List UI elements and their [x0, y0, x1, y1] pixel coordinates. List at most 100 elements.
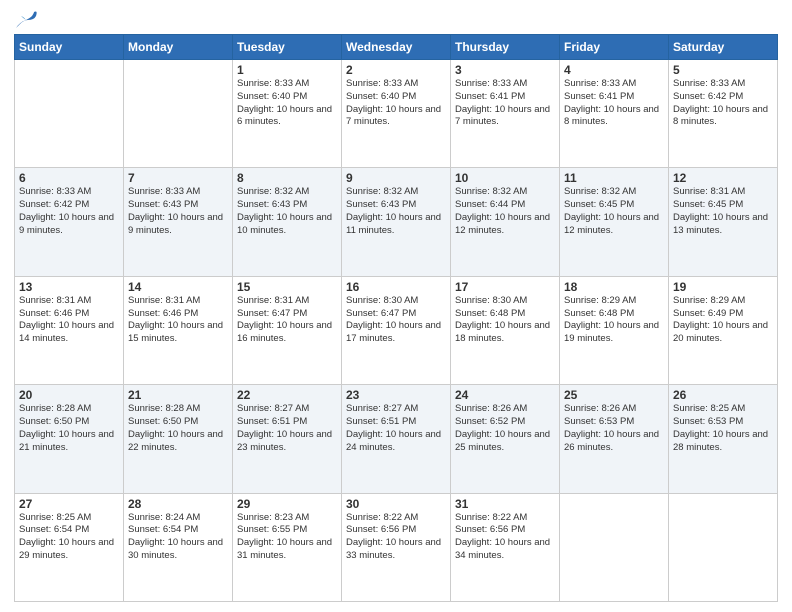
day-info-text: Sunrise: 8:33 AM Sunset: 6:43 PM Dayligh…	[128, 186, 228, 237]
day-number: 12	[673, 171, 773, 185]
day-number: 29	[237, 497, 337, 511]
day-info-text: Sunrise: 8:33 AM Sunset: 6:41 PM Dayligh…	[455, 78, 555, 129]
calendar-cell: 11Sunrise: 8:32 AM Sunset: 6:45 PM Dayli…	[560, 168, 669, 276]
calendar-cell: 18Sunrise: 8:29 AM Sunset: 6:48 PM Dayli…	[560, 276, 669, 384]
day-info-text: Sunrise: 8:31 AM Sunset: 6:46 PM Dayligh…	[19, 295, 119, 346]
day-info-text: Sunrise: 8:28 AM Sunset: 6:50 PM Dayligh…	[19, 403, 119, 454]
day-info-text: Sunrise: 8:30 AM Sunset: 6:47 PM Dayligh…	[346, 295, 446, 346]
header	[14, 10, 778, 28]
calendar-cell	[669, 493, 778, 601]
calendar-cell: 19Sunrise: 8:29 AM Sunset: 6:49 PM Dayli…	[669, 276, 778, 384]
day-info-text: Sunrise: 8:31 AM Sunset: 6:46 PM Dayligh…	[128, 295, 228, 346]
day-number: 28	[128, 497, 228, 511]
calendar-cell: 12Sunrise: 8:31 AM Sunset: 6:45 PM Dayli…	[669, 168, 778, 276]
day-info-text: Sunrise: 8:26 AM Sunset: 6:53 PM Dayligh…	[564, 403, 664, 454]
calendar-cell: 9Sunrise: 8:32 AM Sunset: 6:43 PM Daylig…	[342, 168, 451, 276]
weekday-header-thursday: Thursday	[451, 35, 560, 60]
page: SundayMondayTuesdayWednesdayThursdayFrid…	[0, 0, 792, 612]
day-info-text: Sunrise: 8:33 AM Sunset: 6:40 PM Dayligh…	[346, 78, 446, 129]
day-number: 16	[346, 280, 446, 294]
calendar-cell: 24Sunrise: 8:26 AM Sunset: 6:52 PM Dayli…	[451, 385, 560, 493]
day-info-text: Sunrise: 8:22 AM Sunset: 6:56 PM Dayligh…	[455, 512, 555, 563]
calendar-cell	[124, 60, 233, 168]
day-info-text: Sunrise: 8:31 AM Sunset: 6:45 PM Dayligh…	[673, 186, 773, 237]
calendar-cell: 16Sunrise: 8:30 AM Sunset: 6:47 PM Dayli…	[342, 276, 451, 384]
calendar-week-4: 20Sunrise: 8:28 AM Sunset: 6:50 PM Dayli…	[15, 385, 778, 493]
day-number: 21	[128, 388, 228, 402]
day-info-text: Sunrise: 8:33 AM Sunset: 6:41 PM Dayligh…	[564, 78, 664, 129]
weekday-header-tuesday: Tuesday	[233, 35, 342, 60]
day-number: 13	[19, 280, 119, 294]
day-number: 27	[19, 497, 119, 511]
calendar-cell: 14Sunrise: 8:31 AM Sunset: 6:46 PM Dayli…	[124, 276, 233, 384]
day-number: 5	[673, 63, 773, 77]
calendar-cell: 7Sunrise: 8:33 AM Sunset: 6:43 PM Daylig…	[124, 168, 233, 276]
day-number: 9	[346, 171, 446, 185]
calendar-cell: 21Sunrise: 8:28 AM Sunset: 6:50 PM Dayli…	[124, 385, 233, 493]
day-number: 25	[564, 388, 664, 402]
calendar-cell: 28Sunrise: 8:24 AM Sunset: 6:54 PM Dayli…	[124, 493, 233, 601]
calendar-cell: 6Sunrise: 8:33 AM Sunset: 6:42 PM Daylig…	[15, 168, 124, 276]
calendar-cell: 26Sunrise: 8:25 AM Sunset: 6:53 PM Dayli…	[669, 385, 778, 493]
day-info-text: Sunrise: 8:27 AM Sunset: 6:51 PM Dayligh…	[237, 403, 337, 454]
day-number: 19	[673, 280, 773, 294]
day-number: 31	[455, 497, 555, 511]
day-number: 22	[237, 388, 337, 402]
day-info-text: Sunrise: 8:33 AM Sunset: 6:42 PM Dayligh…	[673, 78, 773, 129]
day-number: 3	[455, 63, 555, 77]
day-info-text: Sunrise: 8:32 AM Sunset: 6:43 PM Dayligh…	[237, 186, 337, 237]
calendar-cell: 23Sunrise: 8:27 AM Sunset: 6:51 PM Dayli…	[342, 385, 451, 493]
calendar-cell: 30Sunrise: 8:22 AM Sunset: 6:56 PM Dayli…	[342, 493, 451, 601]
weekday-header-sunday: Sunday	[15, 35, 124, 60]
calendar-cell: 29Sunrise: 8:23 AM Sunset: 6:55 PM Dayli…	[233, 493, 342, 601]
day-number: 14	[128, 280, 228, 294]
calendar-cell: 27Sunrise: 8:25 AM Sunset: 6:54 PM Dayli…	[15, 493, 124, 601]
calendar-cell	[560, 493, 669, 601]
day-number: 26	[673, 388, 773, 402]
day-number: 11	[564, 171, 664, 185]
calendar-cell: 20Sunrise: 8:28 AM Sunset: 6:50 PM Dayli…	[15, 385, 124, 493]
day-number: 7	[128, 171, 228, 185]
day-number: 1	[237, 63, 337, 77]
weekday-header-wednesday: Wednesday	[342, 35, 451, 60]
day-info-text: Sunrise: 8:31 AM Sunset: 6:47 PM Dayligh…	[237, 295, 337, 346]
day-info-text: Sunrise: 8:24 AM Sunset: 6:54 PM Dayligh…	[128, 512, 228, 563]
calendar-week-1: 1Sunrise: 8:33 AM Sunset: 6:40 PM Daylig…	[15, 60, 778, 168]
calendar-cell: 22Sunrise: 8:27 AM Sunset: 6:51 PM Dayli…	[233, 385, 342, 493]
day-info-text: Sunrise: 8:26 AM Sunset: 6:52 PM Dayligh…	[455, 403, 555, 454]
day-info-text: Sunrise: 8:25 AM Sunset: 6:53 PM Dayligh…	[673, 403, 773, 454]
day-number: 20	[19, 388, 119, 402]
calendar-cell: 13Sunrise: 8:31 AM Sunset: 6:46 PM Dayli…	[15, 276, 124, 384]
day-number: 4	[564, 63, 664, 77]
weekday-header-friday: Friday	[560, 35, 669, 60]
calendar-header-row: SundayMondayTuesdayWednesdayThursdayFrid…	[15, 35, 778, 60]
day-info-text: Sunrise: 8:22 AM Sunset: 6:56 PM Dayligh…	[346, 512, 446, 563]
calendar-table: SundayMondayTuesdayWednesdayThursdayFrid…	[14, 34, 778, 602]
day-info-text: Sunrise: 8:33 AM Sunset: 6:42 PM Dayligh…	[19, 186, 119, 237]
day-info-text: Sunrise: 8:23 AM Sunset: 6:55 PM Dayligh…	[237, 512, 337, 563]
day-info-text: Sunrise: 8:30 AM Sunset: 6:48 PM Dayligh…	[455, 295, 555, 346]
weekday-header-saturday: Saturday	[669, 35, 778, 60]
calendar-week-3: 13Sunrise: 8:31 AM Sunset: 6:46 PM Dayli…	[15, 276, 778, 384]
day-info-text: Sunrise: 8:28 AM Sunset: 6:50 PM Dayligh…	[128, 403, 228, 454]
calendar-cell: 1Sunrise: 8:33 AM Sunset: 6:40 PM Daylig…	[233, 60, 342, 168]
calendar-cell: 8Sunrise: 8:32 AM Sunset: 6:43 PM Daylig…	[233, 168, 342, 276]
weekday-header-monday: Monday	[124, 35, 233, 60]
calendar-cell: 17Sunrise: 8:30 AM Sunset: 6:48 PM Dayli…	[451, 276, 560, 384]
day-info-text: Sunrise: 8:32 AM Sunset: 6:45 PM Dayligh…	[564, 186, 664, 237]
day-number: 17	[455, 280, 555, 294]
calendar-cell: 10Sunrise: 8:32 AM Sunset: 6:44 PM Dayli…	[451, 168, 560, 276]
day-info-text: Sunrise: 8:33 AM Sunset: 6:40 PM Dayligh…	[237, 78, 337, 129]
day-info-text: Sunrise: 8:29 AM Sunset: 6:48 PM Dayligh…	[564, 295, 664, 346]
calendar-week-5: 27Sunrise: 8:25 AM Sunset: 6:54 PM Dayli…	[15, 493, 778, 601]
calendar-cell: 25Sunrise: 8:26 AM Sunset: 6:53 PM Dayli…	[560, 385, 669, 493]
day-info-text: Sunrise: 8:32 AM Sunset: 6:43 PM Dayligh…	[346, 186, 446, 237]
day-number: 30	[346, 497, 446, 511]
calendar-cell: 5Sunrise: 8:33 AM Sunset: 6:42 PM Daylig…	[669, 60, 778, 168]
logo-bird-icon	[16, 10, 38, 28]
day-number: 8	[237, 171, 337, 185]
day-number: 23	[346, 388, 446, 402]
calendar-week-2: 6Sunrise: 8:33 AM Sunset: 6:42 PM Daylig…	[15, 168, 778, 276]
day-number: 24	[455, 388, 555, 402]
day-number: 10	[455, 171, 555, 185]
